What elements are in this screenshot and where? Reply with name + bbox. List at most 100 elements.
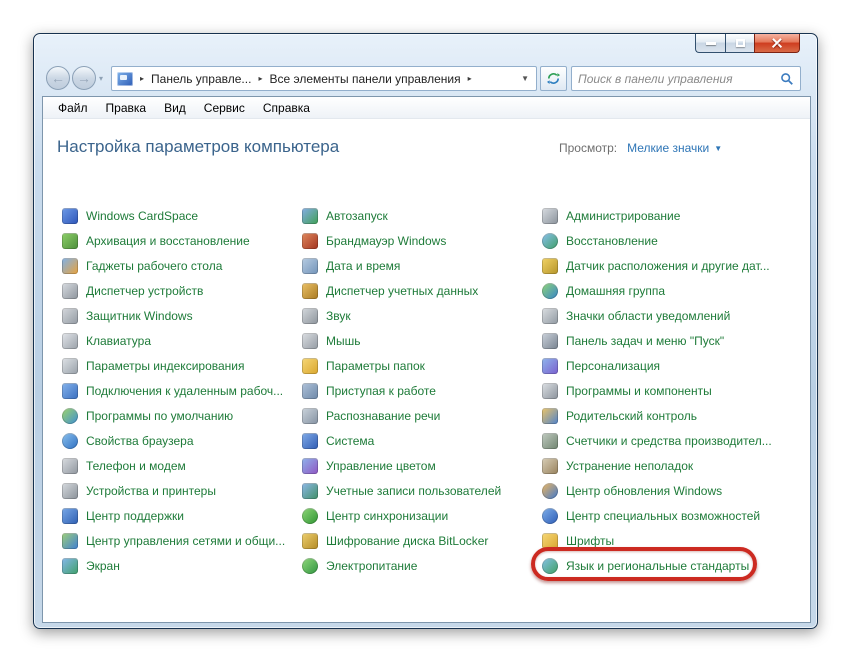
fonts-icon: [542, 532, 558, 549]
control-panel-item[interactable]: Параметры папок: [302, 353, 542, 378]
internet-options-icon: [62, 432, 78, 449]
troubleshooting-icon: [542, 457, 558, 474]
control-panel-item[interactable]: Система: [302, 428, 542, 453]
region-language-icon: [542, 557, 558, 574]
control-panel-item[interactable]: Центр синхронизации: [302, 503, 542, 528]
menu-item[interactable]: Файл: [49, 98, 97, 118]
control-panel-item[interactable]: Подключения к удаленным рабоч...: [62, 378, 302, 403]
control-panel-item[interactable]: Звук: [302, 303, 542, 328]
control-panel-item[interactable]: Устройства и принтеры: [62, 478, 302, 503]
view-dropdown-icon[interactable]: ▼: [714, 144, 722, 153]
menu-item[interactable]: Справка: [254, 98, 319, 118]
breadcrumb-control-panel[interactable]: Панель управле...: [151, 72, 251, 86]
control-panel-item[interactable]: Управление цветом: [302, 453, 542, 478]
address-dropdown-icon[interactable]: ▼: [521, 74, 531, 83]
control-panel-item[interactable]: Центр управления сетями и общи...: [62, 528, 302, 553]
folder-options-icon: [302, 357, 318, 374]
close-button[interactable]: [754, 34, 800, 53]
maximize-icon: [735, 39, 745, 47]
control-panel-item[interactable]: Дата и время: [302, 253, 542, 278]
control-panel-item[interactable]: Значки области уведомлений: [542, 303, 804, 328]
breadcrumb-all-items[interactable]: Все элементы панели управления: [269, 72, 460, 86]
menu-bar: Файл Правка Вид Сервис Справка: [43, 97, 810, 119]
control-panel-item[interactable]: Шрифты: [542, 528, 804, 553]
control-panel-item[interactable]: Защитник Windows: [62, 303, 302, 328]
control-panel-item[interactable]: Датчик расположения и другие дат...: [542, 253, 804, 278]
device-manager-icon: [62, 282, 78, 299]
network-sharing-center-icon: [62, 532, 78, 549]
control-panel-item[interactable]: Персонализация: [542, 353, 804, 378]
control-panel-item[interactable]: Архивация и восстановление: [62, 228, 302, 253]
items-column-1: Windows CardSpace Архивация и восстановл…: [62, 203, 302, 578]
control-panel-item[interactable]: Электропитание: [302, 553, 542, 578]
control-panel-item[interactable]: Учетные записи пользователей: [302, 478, 542, 503]
cardspace-icon: [62, 207, 78, 224]
menu-item[interactable]: Вид: [155, 98, 195, 118]
control-panel-page: Настройка параметров компьютера Просмотр…: [43, 119, 810, 621]
minimize-button[interactable]: [695, 34, 725, 53]
control-panel-item[interactable]: Устранение неполадок: [542, 453, 804, 478]
control-panel-item[interactable]: Счетчики и средства производител...: [542, 428, 804, 453]
menu-item[interactable]: Правка: [97, 98, 156, 118]
credential-manager-icon: [302, 282, 318, 299]
devices-printers-icon: [62, 482, 78, 499]
control-panel-item[interactable]: Центр специальных возможностей: [542, 503, 804, 528]
control-panel-item[interactable]: Центр поддержки: [62, 503, 302, 528]
speech-recognition-icon: [302, 407, 318, 424]
control-panel-item[interactable]: Шифрование диска BitLocker: [302, 528, 542, 553]
control-panel-item[interactable]: Восстановление: [542, 228, 804, 253]
default-programs-icon: [62, 407, 78, 424]
control-panel-item[interactable]: Диспетчер учетных данных: [302, 278, 542, 303]
control-panel-item[interactable]: Свойства браузера: [62, 428, 302, 453]
performance-tools-icon: [542, 432, 558, 449]
action-center-flag-icon: [62, 507, 78, 524]
window-caption-buttons: [695, 34, 800, 53]
control-panel-item[interactable]: Язык и региональные стандарты: [542, 553, 804, 578]
view-mode-link[interactable]: Мелкие значки: [627, 141, 709, 155]
control-panel-item[interactable]: Администрирование: [542, 203, 804, 228]
search-input[interactable]: [578, 71, 780, 86]
control-panel-item[interactable]: Панель задач и меню "Пуск": [542, 328, 804, 353]
control-panel-item[interactable]: Домашняя группа: [542, 278, 804, 303]
sound-speaker-icon: [302, 307, 318, 324]
location-sensors-icon: [542, 257, 558, 274]
address-bar[interactable]: ▸ Панель управле... ▸ Все элементы панел…: [111, 66, 537, 91]
menu-item[interactable]: Сервис: [195, 98, 254, 118]
control-panel-item[interactable]: Автозапуск: [302, 203, 542, 228]
control-panel-item[interactable]: Windows CardSpace: [62, 203, 302, 228]
back-arrow-icon: ←: [51, 70, 65, 86]
search-box[interactable]: [571, 66, 801, 91]
history-dropdown-button[interactable]: ▾: [99, 74, 103, 83]
control-panel-item[interactable]: Программы по умолчанию: [62, 403, 302, 428]
control-panel-item[interactable]: Центр обновления Windows: [542, 478, 804, 503]
view-selector: Просмотр: Мелкие значки ▼: [559, 141, 722, 155]
control-panel-item[interactable]: Мышь: [302, 328, 542, 353]
notification-area-icons-icon: [542, 307, 558, 324]
back-button[interactable]: ←: [46, 66, 70, 90]
close-icon: [771, 37, 783, 49]
remote-desktop-icon: [62, 382, 78, 399]
control-panel-item[interactable]: Программы и компоненты: [542, 378, 804, 403]
control-panel-item[interactable]: Гаджеты рабочего стола: [62, 253, 302, 278]
backup-restore-icon: [62, 232, 78, 249]
control-panel-item[interactable]: Экран: [62, 553, 302, 578]
control-panel-item[interactable]: Приступая к работе: [302, 378, 542, 403]
homegroup-icon: [542, 282, 558, 299]
system-icon: [302, 432, 318, 449]
windows-defender-icon: [62, 307, 78, 324]
control-panel-item[interactable]: Клавиатура: [62, 328, 302, 353]
administrative-tools-icon: [542, 207, 558, 224]
control-panel-item[interactable]: Параметры индексирования: [62, 353, 302, 378]
ease-of-access-icon: [542, 507, 558, 524]
autoplay-icon: [302, 207, 318, 224]
control-panel-item[interactable]: Брандмауэр Windows: [302, 228, 542, 253]
maximize-button[interactable]: [725, 34, 754, 53]
recovery-icon: [542, 232, 558, 249]
control-panel-item[interactable]: Диспетчер устройств: [62, 278, 302, 303]
control-panel-item[interactable]: Распознавание речи: [302, 403, 542, 428]
control-panel-item[interactable]: Родительский контроль: [542, 403, 804, 428]
client-area: Файл Правка Вид Сервис Справка Настройка пар…: [42, 96, 811, 623]
forward-button[interactable]: →: [72, 66, 96, 90]
refresh-button[interactable]: [540, 66, 567, 91]
control-panel-item[interactable]: Телефон и модем: [62, 453, 302, 478]
